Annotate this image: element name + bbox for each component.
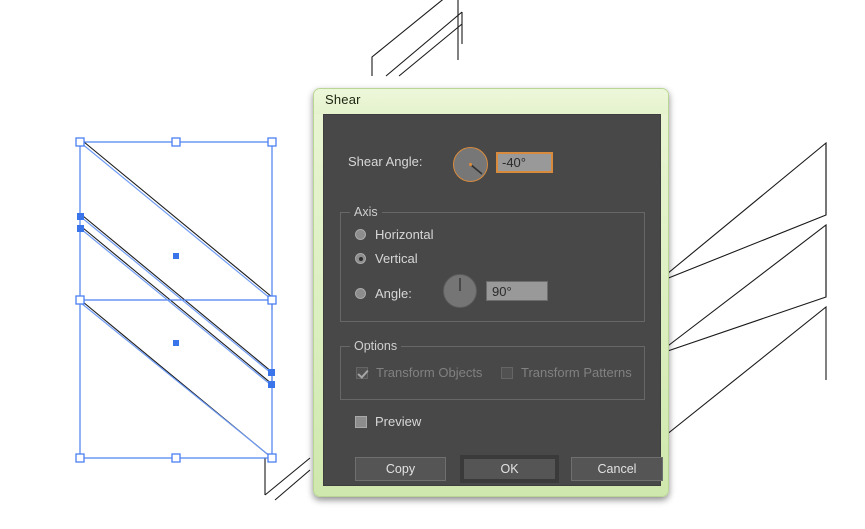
copy-button[interactable]: Copy bbox=[355, 457, 446, 481]
shear-angle-row: Shear Angle: bbox=[348, 144, 638, 182]
axis-angle-dial-icon[interactable] bbox=[443, 274, 477, 308]
dialog-titlebar[interactable]: Shear bbox=[314, 89, 668, 114]
radio-horizontal-icon[interactable] bbox=[355, 229, 366, 240]
preview-checkbox-icon[interactable] bbox=[355, 415, 367, 428]
radio-axis-vertical[interactable]: Vertical bbox=[355, 251, 418, 266]
transform-patterns-label: Transform Patterns bbox=[521, 365, 632, 380]
radio-vertical-label: Vertical bbox=[375, 251, 418, 266]
transform-patterns-checkbox-icon bbox=[501, 366, 513, 379]
transform-objects-label: Transform Objects bbox=[376, 365, 483, 380]
checkbox-transform-objects: Transform Objects bbox=[356, 365, 482, 380]
options-group: Options Transform Objects Transform Patt… bbox=[340, 339, 645, 400]
radio-horizontal-label: Horizontal bbox=[375, 227, 434, 242]
options-group-legend: Options bbox=[350, 339, 402, 353]
radio-angle-icon[interactable] bbox=[355, 288, 366, 299]
shear-angle-input[interactable] bbox=[496, 152, 553, 173]
ok-button[interactable]: OK bbox=[460, 455, 559, 483]
axis-group: Axis Horizontal Vertical Angle: bbox=[340, 205, 645, 322]
radio-vertical-icon[interactable] bbox=[355, 253, 366, 264]
preview-label: Preview bbox=[375, 414, 422, 429]
shear-angle-label: Shear Angle: bbox=[348, 154, 423, 169]
cancel-button[interactable]: Cancel bbox=[571, 457, 663, 481]
transform-objects-checkbox-icon bbox=[356, 366, 368, 379]
checkbox-preview[interactable]: Preview bbox=[355, 414, 421, 429]
shear-dialog[interactable]: Shear Shear Angle: Axis Horizontal bbox=[313, 88, 669, 497]
radio-axis-angle[interactable]: Angle: bbox=[355, 274, 548, 308]
dialog-body: Shear Angle: Axis Horizontal Vertical bbox=[323, 114, 663, 486]
axis-angle-input[interactable] bbox=[486, 281, 548, 301]
shear-angle-dial-icon[interactable] bbox=[453, 147, 488, 182]
dialog-title: Shear bbox=[325, 92, 361, 107]
checkbox-transform-patterns: Transform Patterns bbox=[501, 365, 632, 380]
axis-group-legend: Axis bbox=[350, 205, 382, 219]
radio-angle-label: Angle: bbox=[375, 286, 412, 301]
radio-axis-horizontal[interactable]: Horizontal bbox=[355, 227, 434, 242]
